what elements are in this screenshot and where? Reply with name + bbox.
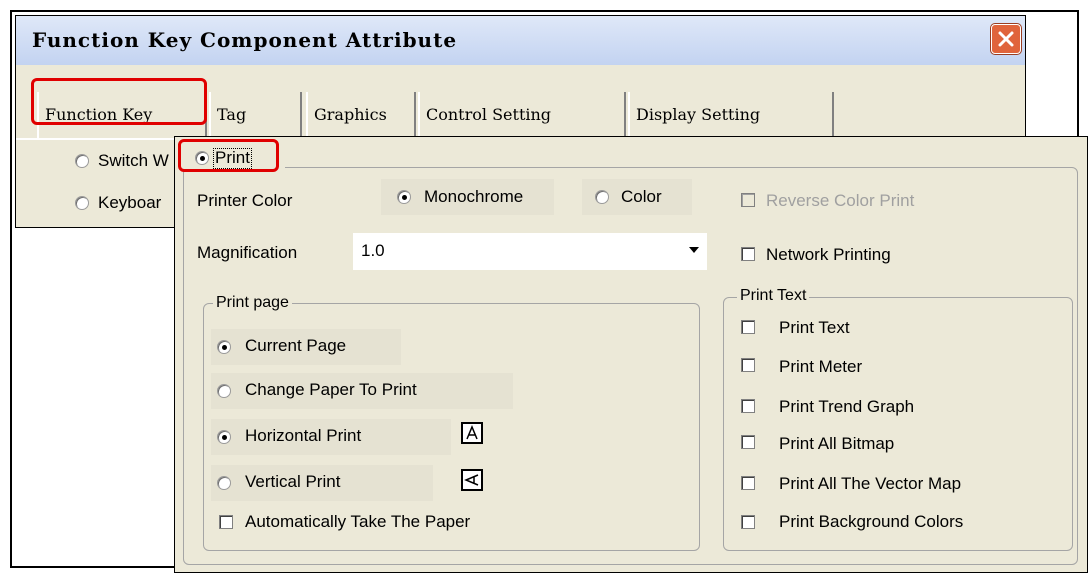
- print-background-colors-label: Print Background Colors: [779, 512, 964, 531]
- print-text-legend: Print Text: [737, 287, 810, 305]
- print-all-bitmap-label: Print All Bitmap: [779, 434, 895, 453]
- horizontal-print-label: Horizontal Print: [245, 426, 362, 445]
- print-settings-panel: Print Printer Color Monochrome Color Rev…: [174, 136, 1088, 573]
- print-vector-map-checkbox[interactable]: [741, 476, 755, 490]
- tab-control-setting-label: Control Setting: [426, 105, 552, 124]
- print-text-item-label: Print Text: [779, 318, 850, 337]
- monochrome-radio[interactable]: [397, 190, 411, 204]
- print-highlight: [178, 139, 279, 172]
- color-radio[interactable]: [595, 190, 609, 204]
- change-paper-label: Change Paper To Print: [245, 380, 417, 399]
- vertical-print-radio[interactable]: [217, 476, 231, 490]
- window-title: Function Key Component Attribute: [32, 28, 458, 52]
- magnification-label: Magnification: [197, 243, 298, 262]
- monochrome-label: Monochrome: [424, 187, 524, 206]
- reverse-color-label: Reverse Color Print: [766, 191, 915, 210]
- switch-radio[interactable]: [75, 154, 89, 168]
- keyboard-radio[interactable]: [75, 196, 89, 210]
- tab-graphics[interactable]: Graphics: [306, 92, 416, 138]
- print-page-legend: Print page: [213, 294, 292, 312]
- switch-label: Switch W: [98, 151, 169, 170]
- current-page-radio[interactable]: [217, 340, 231, 354]
- print-vector-map-label: Print All The Vector Map: [779, 474, 962, 493]
- print-background-colors-checkbox[interactable]: [741, 515, 755, 529]
- reverse-color-checkbox[interactable]: [741, 193, 755, 207]
- tab-display-setting-label: Display Setting: [636, 105, 761, 124]
- keyboard-label: Keyboar: [98, 193, 162, 212]
- magnification-value: 1.0: [361, 241, 385, 260]
- printer-color-label: Printer Color: [197, 191, 293, 210]
- print-all-bitmap-checkbox[interactable]: [741, 435, 755, 449]
- color-label: Color: [621, 187, 662, 206]
- network-printing-checkbox[interactable]: [741, 247, 755, 261]
- function-key-highlight: [31, 78, 207, 125]
- network-printing-label: Network Printing: [766, 245, 891, 264]
- tab-control-setting[interactable]: Control Setting: [418, 92, 626, 138]
- horizontal-print-radio[interactable]: [217, 430, 231, 444]
- print-text-checkbox[interactable]: [741, 320, 755, 334]
- print-trend-graph-label: Print Trend Graph: [779, 397, 915, 416]
- title-bar: Function Key Component Attribute: [16, 16, 1025, 65]
- tab-graphics-label: Graphics: [314, 105, 387, 124]
- vertical-print-label: Vertical Print: [245, 472, 341, 491]
- current-page-label: Current Page: [245, 336, 347, 355]
- auto-take-paper-label: Automatically Take The Paper: [245, 512, 471, 531]
- tab-tag-label: Tag: [217, 105, 247, 124]
- tab-display-setting[interactable]: Display Setting: [628, 92, 834, 138]
- print-meter-checkbox[interactable]: [741, 358, 755, 372]
- tab-tag[interactable]: Tag: [209, 92, 302, 138]
- horizontal-page-icon: [461, 422, 483, 444]
- auto-take-paper-checkbox[interactable]: [219, 515, 233, 529]
- magnification-select[interactable]: 1.0: [353, 233, 707, 270]
- close-icon[interactable]: [991, 24, 1021, 54]
- print-meter-label: Print Meter: [779, 357, 863, 376]
- chevron-down-icon[interactable]: [689, 247, 699, 253]
- change-paper-radio[interactable]: [217, 384, 231, 398]
- print-trend-graph-checkbox[interactable]: [741, 399, 755, 413]
- vertical-page-icon: [461, 469, 483, 491]
